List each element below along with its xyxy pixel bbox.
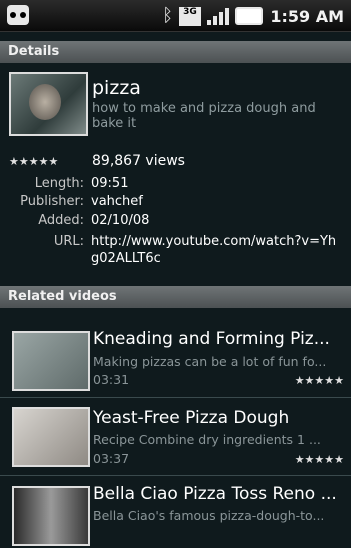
video-thumbnail [12, 486, 90, 546]
related-video-title: Bella Ciao Pizza Toss Reno ... [93, 484, 337, 504]
related-video-description: Bella Ciao's famous pizza-dough-to... [93, 508, 325, 523]
rating-stars: ★★★★★ [9, 155, 59, 168]
pizza-image [29, 84, 61, 120]
view-count: 89,867 views [92, 153, 185, 169]
video-thumbnail[interactable] [9, 72, 88, 136]
related-video-description: Recipe Combine dry ingredients 1 ... [93, 432, 321, 447]
url-label: URL: [53, 234, 84, 249]
related-video-item[interactable]: Kneading and Forming Piz... Making pizza… [0, 324, 351, 394]
status-bar: ᛒ 3G 1:59 AM [0, 0, 351, 32]
list-divider [0, 397, 351, 398]
video-thumbnail [12, 331, 90, 391]
related-videos-header: Related videos [0, 286, 351, 308]
status-icons: ᛒ 3G [162, 6, 263, 26]
related-video-duration: 03:31 [93, 372, 130, 387]
added-label: Added: [38, 213, 84, 228]
list-divider [0, 475, 351, 476]
signal-icon [207, 7, 229, 25]
length-label: Length: [34, 176, 84, 191]
related-video-rating: ★★★★★ [294, 453, 344, 466]
bluetooth-icon: ᛒ [162, 5, 173, 26]
added-value: 02/10/08 [91, 213, 150, 228]
related-video-title: Kneading and Forming Piz... [93, 329, 330, 349]
video-thumbnail [12, 407, 90, 467]
network-type-icon: 3G [179, 6, 201, 26]
video-title: pizza [92, 77, 141, 99]
related-video-item[interactable]: Bella Ciao Pizza Toss Reno ... Bella Cia… [0, 478, 351, 548]
details-header: Details [0, 41, 351, 63]
related-video-duration: 03:37 [93, 451, 130, 466]
related-video-description: Making pizzas can be a lot of fun fo... [93, 354, 327, 369]
related-video-title: Yeast-Free Pizza Dough [93, 408, 290, 428]
url-line-2[interactable]: g02ALLT6c [91, 251, 161, 266]
battery-icon [235, 7, 263, 25]
length-value: 09:51 [91, 176, 129, 191]
video-description: how to make and pizza dough and bake it [92, 101, 316, 131]
publisher-label: Publisher: [20, 194, 84, 209]
publisher-value[interactable]: vahchef [91, 194, 143, 209]
related-video-rating: ★★★★★ [294, 374, 344, 387]
clock: 1:59 AM [270, 7, 344, 26]
voicemail-icon [7, 5, 29, 25]
url-line-1[interactable]: http://www.youtube.com/watch?v=Yh [91, 234, 349, 249]
related-video-item[interactable]: Yeast-Free Pizza Dough Recipe Combine dr… [0, 400, 351, 470]
